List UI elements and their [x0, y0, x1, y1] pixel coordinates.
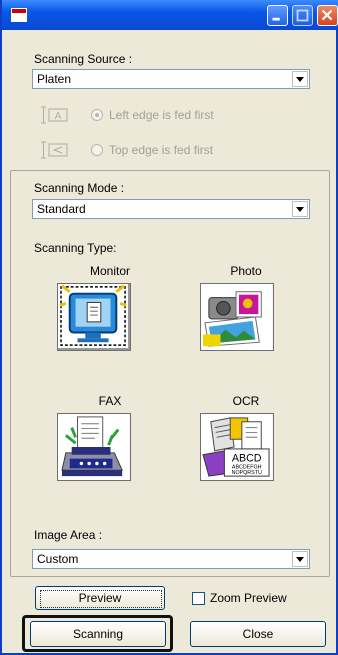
- monitor-option[interactable]: [57, 283, 131, 351]
- image-area-value: Custom: [37, 552, 79, 566]
- left-edge-radio[interactable]: [91, 109, 103, 121]
- image-area-select[interactable]: Custom: [32, 549, 310, 569]
- close-button-label: Close: [242, 627, 274, 641]
- top-edge-feed-icon: [41, 141, 68, 159]
- scanning-source-value: Platen: [37, 72, 72, 86]
- chevron-down-icon[interactable]: [292, 71, 308, 87]
- photo-option-label: Photo: [230, 264, 262, 278]
- scanner-window: Scanning Source : Platen A Left edge is …: [0, 0, 338, 655]
- top-edge-label: Top edge is fed first: [109, 143, 214, 157]
- zoom-preview-checkbox[interactable]: [192, 592, 205, 605]
- image-area-label: Image Area :: [34, 528, 103, 542]
- top-edge-radio[interactable]: [91, 144, 103, 156]
- ocr-icon: ABCD ABCDEFGH NOPQRSTU: [201, 414, 273, 480]
- title-bar[interactable]: [2, 0, 338, 30]
- ocr-option[interactable]: ABCD ABCDEFGH NOPQRSTU: [200, 413, 274, 481]
- scanning-button-highlight: [22, 615, 173, 652]
- minimize-button[interactable]: [267, 5, 288, 26]
- scanning-source-select[interactable]: Platen: [32, 69, 310, 89]
- monitor-icon: [59, 284, 127, 348]
- left-edge-label: Left edge is fed first: [109, 108, 214, 122]
- close-window-button[interactable]: [317, 5, 338, 26]
- photo-icon: [201, 284, 273, 350]
- ocr-sample-line-3: NOPQRSTU: [232, 470, 262, 476]
- ocr-option-label: OCR: [232, 394, 260, 408]
- ocr-sample-line-1: ABCD: [232, 453, 262, 465]
- scanning-type-label: Scanning Type:: [34, 241, 117, 255]
- left-edge-feed-icon: A: [41, 106, 68, 124]
- fax-option[interactable]: [57, 413, 131, 481]
- minimize-icon: [272, 17, 280, 21]
- settings-group: [10, 170, 330, 577]
- fax-option-label: FAX: [98, 394, 122, 408]
- app-icon: [11, 8, 27, 22]
- close-icon: [321, 9, 333, 21]
- monitor-option-label: Monitor: [89, 264, 130, 278]
- scanning-mode-select[interactable]: Standard: [32, 199, 310, 219]
- maximize-icon: [296, 9, 309, 22]
- zoom-preview-label: Zoom Preview: [210, 591, 287, 605]
- photo-option[interactable]: [200, 283, 274, 351]
- close-button[interactable]: Close: [190, 621, 326, 647]
- chevron-down-icon[interactable]: [292, 551, 308, 567]
- fax-icon: [58, 414, 130, 480]
- preview-focus-rect: [40, 590, 162, 608]
- maximize-button[interactable]: [292, 5, 313, 26]
- scanning-mode-label: Scanning Mode :: [34, 181, 125, 195]
- scanning-mode-value: Standard: [37, 202, 86, 216]
- svg-text:A: A: [55, 111, 62, 122]
- chevron-down-icon[interactable]: [292, 201, 308, 217]
- scanning-source-label: Scanning Source :: [34, 52, 133, 66]
